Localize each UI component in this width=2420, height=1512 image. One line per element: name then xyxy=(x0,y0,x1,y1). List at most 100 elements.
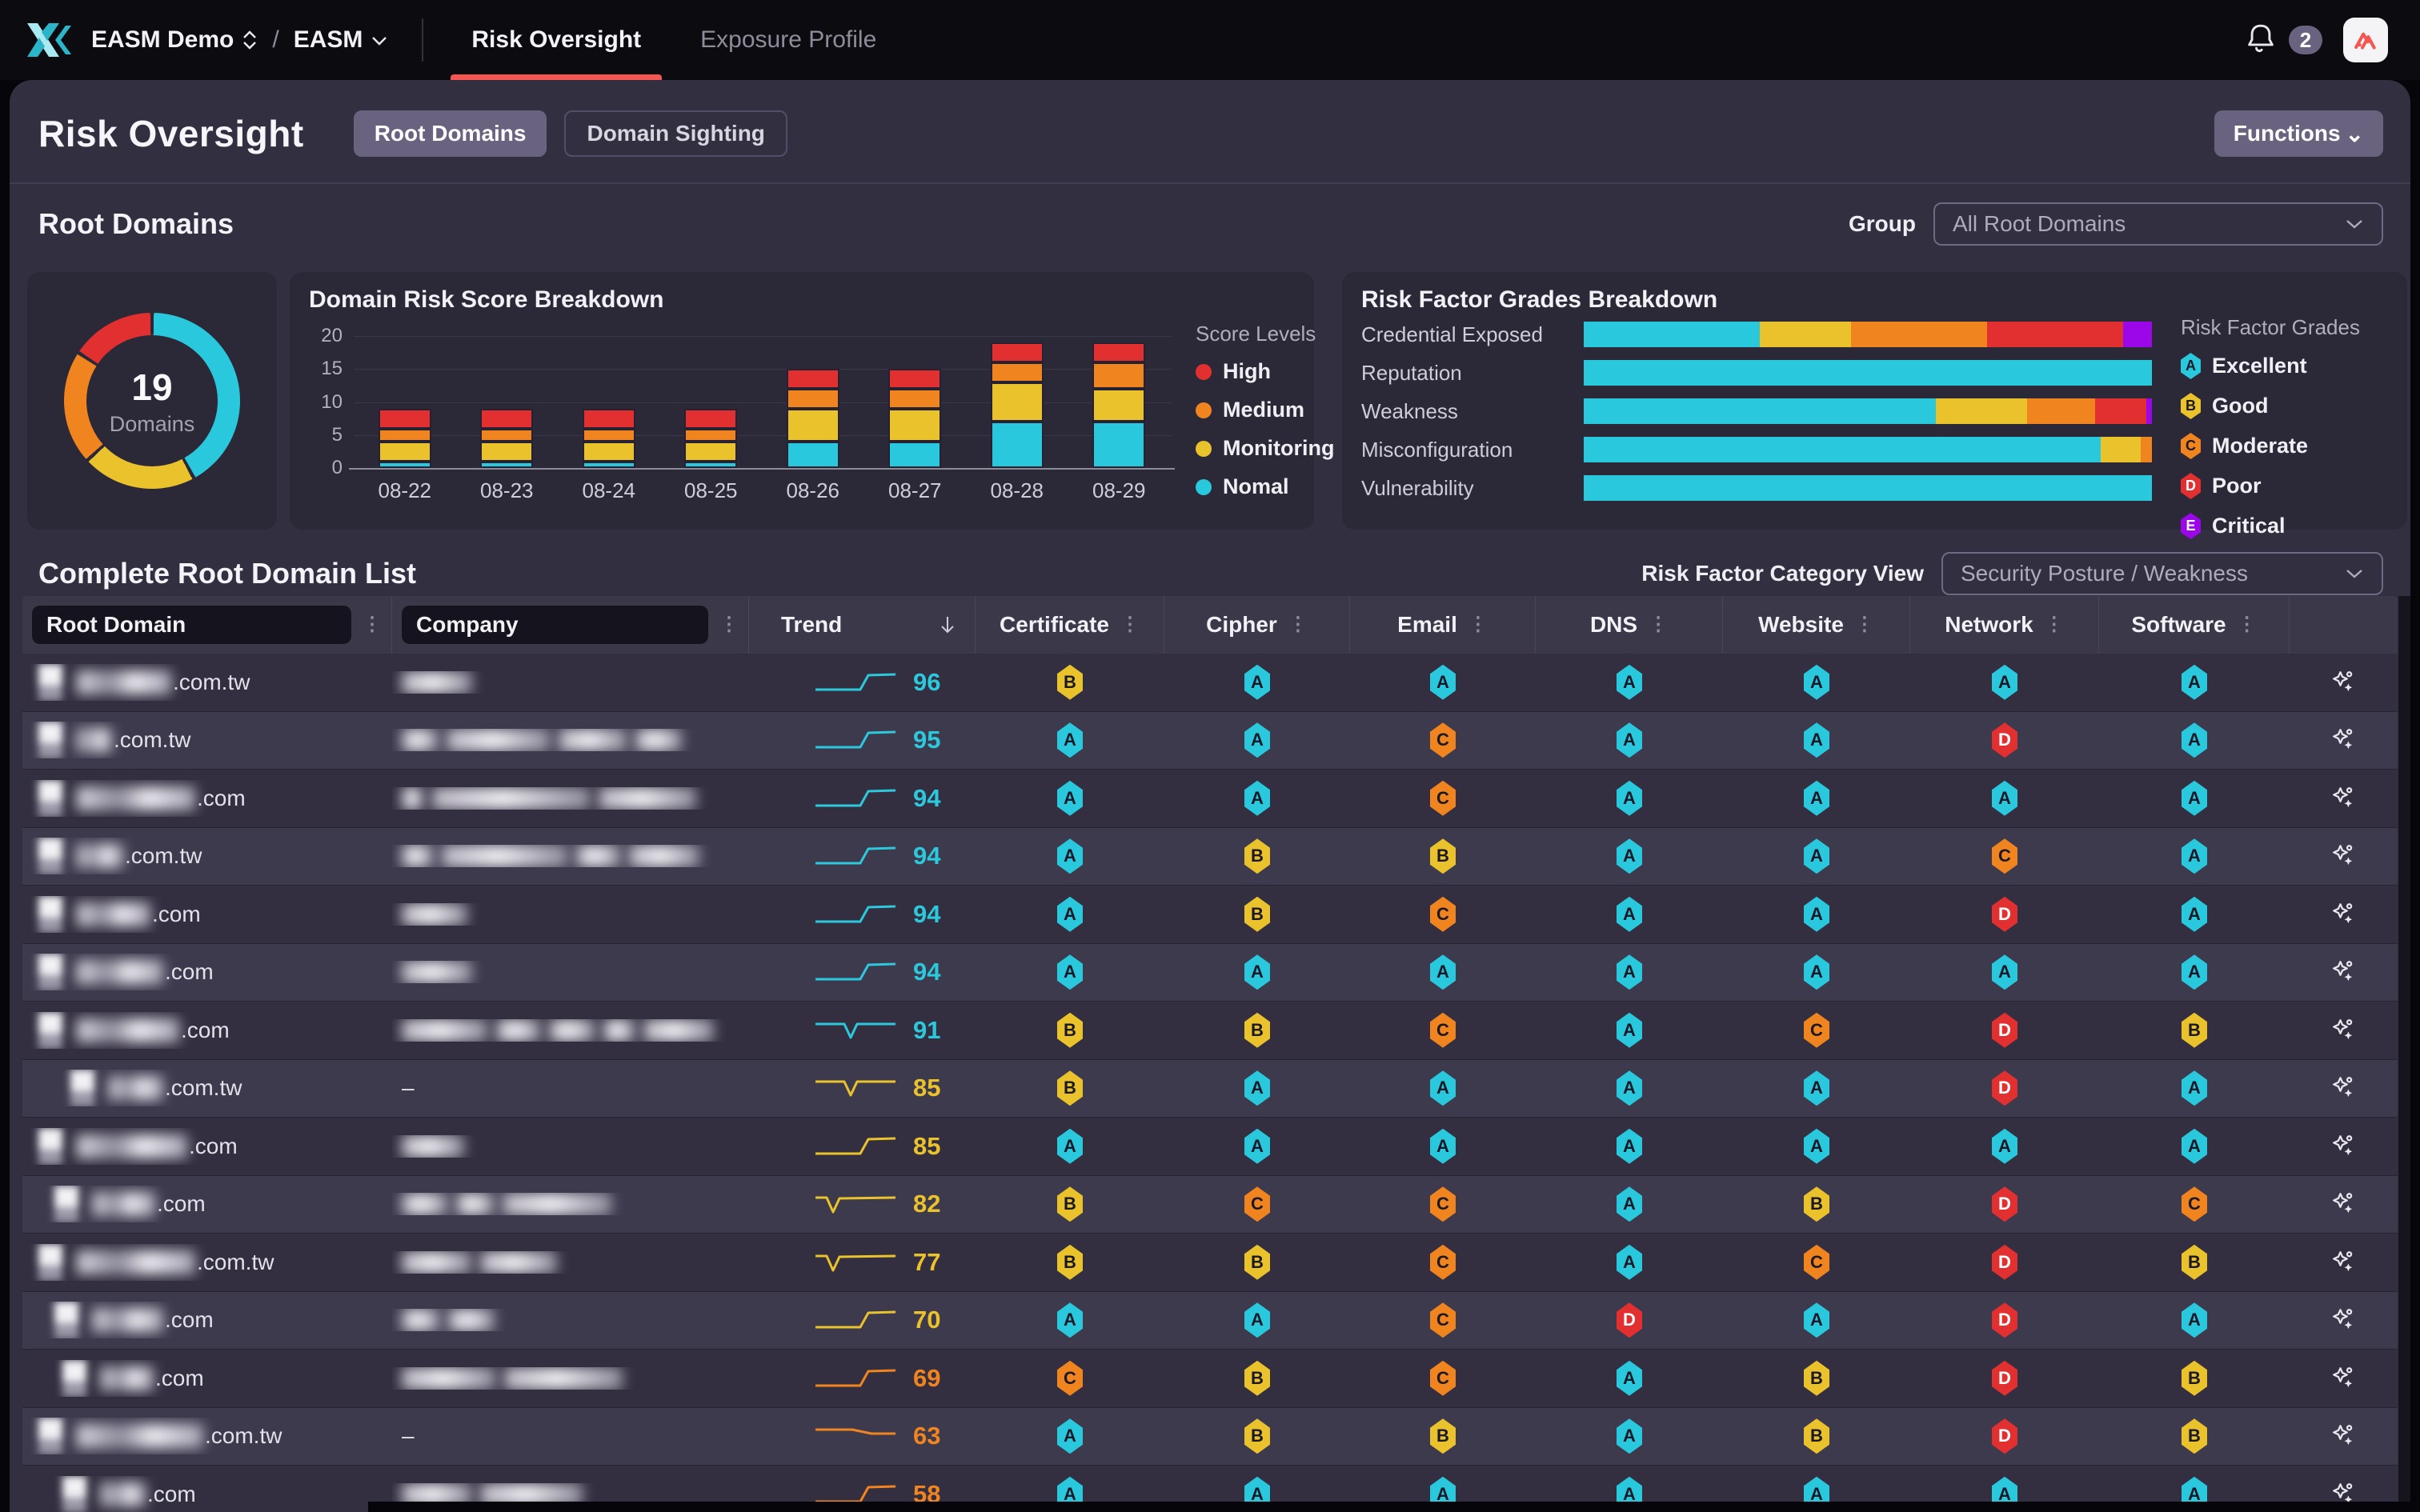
trend-cell: 96 xyxy=(749,668,976,697)
ai-insight-button[interactable] xyxy=(2290,1364,2398,1393)
company-cell xyxy=(392,961,749,983)
root-domains-view-button[interactable]: Root Domains xyxy=(354,110,547,157)
ai-insight-button[interactable] xyxy=(2290,784,2398,813)
table-row[interactable]: .com70AACDADA xyxy=(22,1292,2398,1350)
project-switcher[interactable]: EASM xyxy=(294,26,389,54)
column-header-cipher[interactable]: Cipher⋮ xyxy=(1164,596,1350,654)
category-view-select[interactable]: Security Posture / Weakness xyxy=(1941,552,2383,595)
workspace-switcher[interactable]: EASM Demo xyxy=(91,26,258,54)
table-row[interactable]: .com.tw–85BAAAADA xyxy=(22,1060,2398,1118)
grade-badge-A: A xyxy=(1057,781,1083,816)
table-row[interactable]: .com.tw96BAAAAAA xyxy=(22,654,2398,712)
grade-badge-C: C xyxy=(2181,433,2201,459)
column-menu-icon[interactable]: ⋮ xyxy=(363,615,382,634)
grade-badge-A: A xyxy=(1617,1070,1642,1106)
grade-cell-network: D xyxy=(1910,897,2099,932)
grade-badge-D: D xyxy=(1992,1418,2017,1454)
root-domain-filter-input[interactable]: Root Domain xyxy=(32,606,351,644)
grade-cell-network: D xyxy=(1910,1361,2099,1396)
grade-badge-A: A xyxy=(1617,954,1642,990)
column-header-trend[interactable]: Trend xyxy=(749,596,976,654)
trend-sparkline xyxy=(811,668,900,697)
redacted-company-name xyxy=(402,671,472,694)
table-row[interactable]: .com.tw–63ABBABDB xyxy=(22,1408,2398,1466)
risk-score: 85 xyxy=(913,1074,955,1102)
ai-insight-button[interactable] xyxy=(2290,1306,2398,1334)
grade-cell-software: B xyxy=(2099,1245,2290,1280)
ai-insight-button[interactable] xyxy=(2290,958,2398,986)
grade-badge-A: A xyxy=(1992,954,2017,990)
table-row[interactable]: .com69CBCABDB xyxy=(22,1350,2398,1408)
chevron-down-icon xyxy=(2345,218,2364,230)
column-menu-icon[interactable]: ⋮ xyxy=(1288,615,1308,634)
ai-insight-button[interactable] xyxy=(2290,668,2398,697)
trend-sparkline xyxy=(811,1364,900,1393)
ai-insight-button[interactable] xyxy=(2290,726,2398,754)
scrollbar-track[interactable] xyxy=(2398,596,2410,1512)
grade-cell-cipher: B xyxy=(1164,1013,1350,1048)
ai-insight-button[interactable] xyxy=(2290,1016,2398,1045)
root-domain-cell: .com.tw xyxy=(22,1244,392,1281)
ai-insight-button[interactable] xyxy=(2290,842,2398,870)
bar-segment-High xyxy=(1092,342,1145,362)
table-row[interactable]: .com.tw95AACAADA xyxy=(22,712,2398,770)
column-menu-icon[interactable]: ⋮ xyxy=(2238,615,2257,634)
table-row[interactable]: .com85AAAAAAA xyxy=(22,1118,2398,1176)
notification-count-badge[interactable]: 2 xyxy=(2289,26,2322,54)
domain-suffix: .com xyxy=(165,1307,214,1333)
grade-cell-software: A xyxy=(2099,722,2290,758)
table-row[interactable]: .com91BBCACDB xyxy=(22,1002,2398,1060)
table-body: .com.tw96BAAAAAA .com.tw95AACAADA .com94… xyxy=(22,654,2398,1512)
tab-exposure-profile[interactable]: Exposure Profile xyxy=(689,0,887,80)
column-header-website[interactable]: Website⋮ xyxy=(1723,596,1910,654)
bar-segment-Monitoring xyxy=(1092,389,1145,422)
app-logo-icon[interactable] xyxy=(22,22,72,58)
bell-icon[interactable] xyxy=(2242,20,2279,61)
trend-cell: 91 xyxy=(749,1016,976,1045)
column-header-certificate[interactable]: Certificate⋮ xyxy=(976,596,1164,654)
sparkles-icon xyxy=(2330,958,2358,986)
functions-button[interactable]: Functions ⌄ xyxy=(2214,110,2383,157)
domain-sighting-view-button[interactable]: Domain Sighting xyxy=(564,110,787,157)
grade-badge-A: A xyxy=(2182,1129,2207,1164)
table-row[interactable]: .com94ABCAADA xyxy=(22,886,2398,944)
hbar-track xyxy=(1584,322,2152,347)
ai-insight-button[interactable] xyxy=(2290,1132,2398,1161)
table-row[interactable]: .com82BCCABDC xyxy=(22,1176,2398,1234)
domain-suffix: .com.tw xyxy=(205,1423,282,1449)
column-menu-icon[interactable]: ⋮ xyxy=(1649,615,1668,634)
redacted-company-name xyxy=(576,845,621,867)
column-menu-icon[interactable]: ⋮ xyxy=(719,615,739,634)
column-header-network[interactable]: Network⋮ xyxy=(1910,596,2099,654)
company-filter-input[interactable]: Company xyxy=(402,606,708,644)
column-header-email[interactable]: Email⋮ xyxy=(1350,596,1536,654)
x-axis-label: 08-22 xyxy=(354,478,456,503)
group-select[interactable]: All Root Domains xyxy=(1933,202,2383,246)
table-row[interactable]: .com94AACAAAA xyxy=(22,770,2398,828)
table-row[interactable]: .com.tw77BBCACDB xyxy=(22,1234,2398,1292)
x-axis-line xyxy=(349,468,1175,470)
tab-risk-oversight[interactable]: Risk Oversight xyxy=(460,0,652,80)
column-menu-icon[interactable]: ⋮ xyxy=(1468,615,1488,634)
company-cell xyxy=(392,787,749,810)
ai-insight-button[interactable] xyxy=(2290,1190,2398,1218)
column-menu-icon[interactable]: ⋮ xyxy=(1855,615,1874,634)
bar-segment-High xyxy=(991,342,1044,362)
ai-insight-button[interactable] xyxy=(2290,1074,2398,1102)
column-menu-icon[interactable]: ⋮ xyxy=(2045,615,2064,634)
grade-cell-email: C xyxy=(1350,722,1536,758)
ai-insight-button[interactable] xyxy=(2290,1248,2398,1277)
company-cell xyxy=(392,729,749,751)
chevron-down-icon xyxy=(371,35,388,46)
ai-insight-button[interactable] xyxy=(2290,900,2398,929)
avatar[interactable] xyxy=(2343,18,2388,62)
project-name: EASM xyxy=(294,26,363,54)
column-header-dns[interactable]: DNS⋮ xyxy=(1536,596,1723,654)
column-header-software[interactable]: Software⋮ xyxy=(2099,596,2290,654)
table-row[interactable]: .com.tw94ABBAACA xyxy=(22,828,2398,886)
table-row[interactable]: .com94AAAAAAA xyxy=(22,944,2398,1002)
column-menu-icon[interactable]: ⋮ xyxy=(1120,615,1140,634)
ai-insight-button[interactable] xyxy=(2290,1422,2398,1450)
domain-suffix: .com xyxy=(165,959,214,985)
grade-badge-A: A xyxy=(1057,897,1083,932)
